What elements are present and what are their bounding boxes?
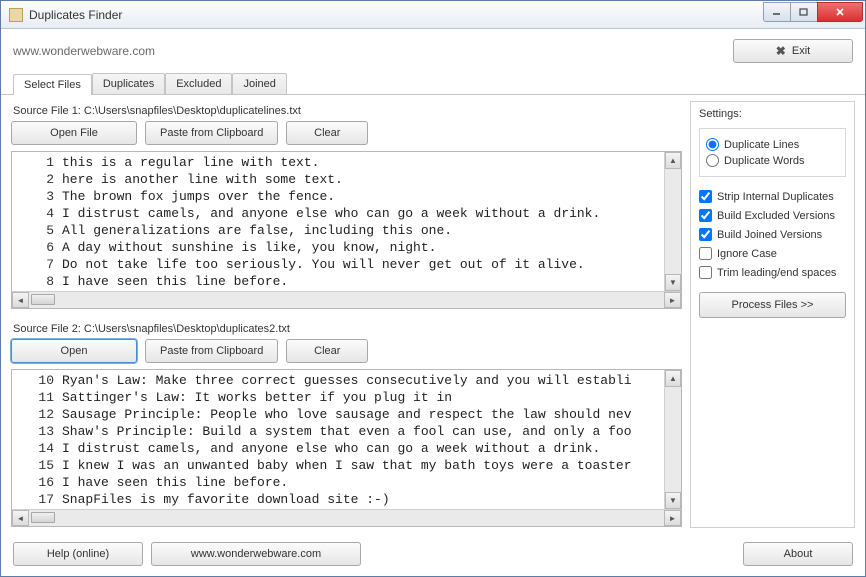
paste-clipboard-1-button[interactable]: Paste from Clipboard [145,121,278,145]
tab-duplicates[interactable]: Duplicates [92,73,165,94]
settings-title: Settings: [699,108,846,120]
maximize-button[interactable] [790,2,818,22]
titlebar: Duplicates Finder [1,1,865,29]
help-button[interactable]: Help (online) [13,542,143,566]
chk-trim-spaces[interactable]: Trim leading/end spaces [699,266,846,279]
tab-excluded[interactable]: Excluded [165,73,232,94]
editor-2-hscrollbar[interactable]: ◄► [12,509,681,526]
tab-joined[interactable]: Joined [232,73,286,94]
editor-1-hscrollbar[interactable]: ◄► [12,291,681,308]
paste-clipboard-2-button[interactable]: Paste from Clipboard [145,339,278,363]
tab-select-files[interactable]: Select Files [13,74,92,95]
chk-ignore-case[interactable]: Ignore Case [699,247,846,260]
clear-1-button[interactable]: Clear [286,121,368,145]
editor-2-gutter: 1011121314151617 [12,370,58,509]
radio-duplicate-lines[interactable]: Duplicate Lines [706,138,839,151]
settings-panel: Settings: Duplicate Lines Duplicate Word… [690,101,855,528]
source-file-2-label: Source File 2: C:\Users\snapfiles\Deskto… [13,323,682,335]
editor-2-content[interactable]: Ryan's Law: Make three correct guesses c… [58,370,664,509]
about-button[interactable]: About [743,542,853,566]
minimize-button[interactable] [763,2,791,22]
editor-1-gutter: 12345678 [12,152,58,291]
editor-1-content[interactable]: this is a regular line with text.here is… [58,152,664,291]
open-file-1-button[interactable]: Open File [11,121,137,145]
exit-button[interactable]: ✖ Exit [733,39,853,63]
editor-2-vscrollbar[interactable]: ▲▼ [664,370,681,509]
close-button[interactable] [817,2,863,22]
editor-1-vscrollbar[interactable]: ▲▼ [664,152,681,291]
app-icon [9,8,23,22]
source-file-1-label: Source File 1: C:\Users\snapfiles\Deskto… [13,105,682,117]
tab-bar: Select Files Duplicates Excluded Joined [1,73,865,95]
chk-build-excluded[interactable]: Build Excluded Versions [699,209,846,222]
open-file-2-button[interactable]: Open [11,339,137,363]
chk-build-joined[interactable]: Build Joined Versions [699,228,846,241]
process-files-button[interactable]: Process Files >> [699,292,846,318]
chk-strip-internal[interactable]: Strip Internal Duplicates [699,190,846,203]
radio-duplicate-words[interactable]: Duplicate Words [706,154,839,167]
clear-2-button[interactable]: Clear [286,339,368,363]
header-url: www.wonderwebware.com [13,44,155,58]
exit-label: Exit [792,45,810,57]
website-button[interactable]: www.wonderwebware.com [151,542,361,566]
close-icon: ✖ [776,44,786,58]
window-title: Duplicates Finder [29,8,764,22]
